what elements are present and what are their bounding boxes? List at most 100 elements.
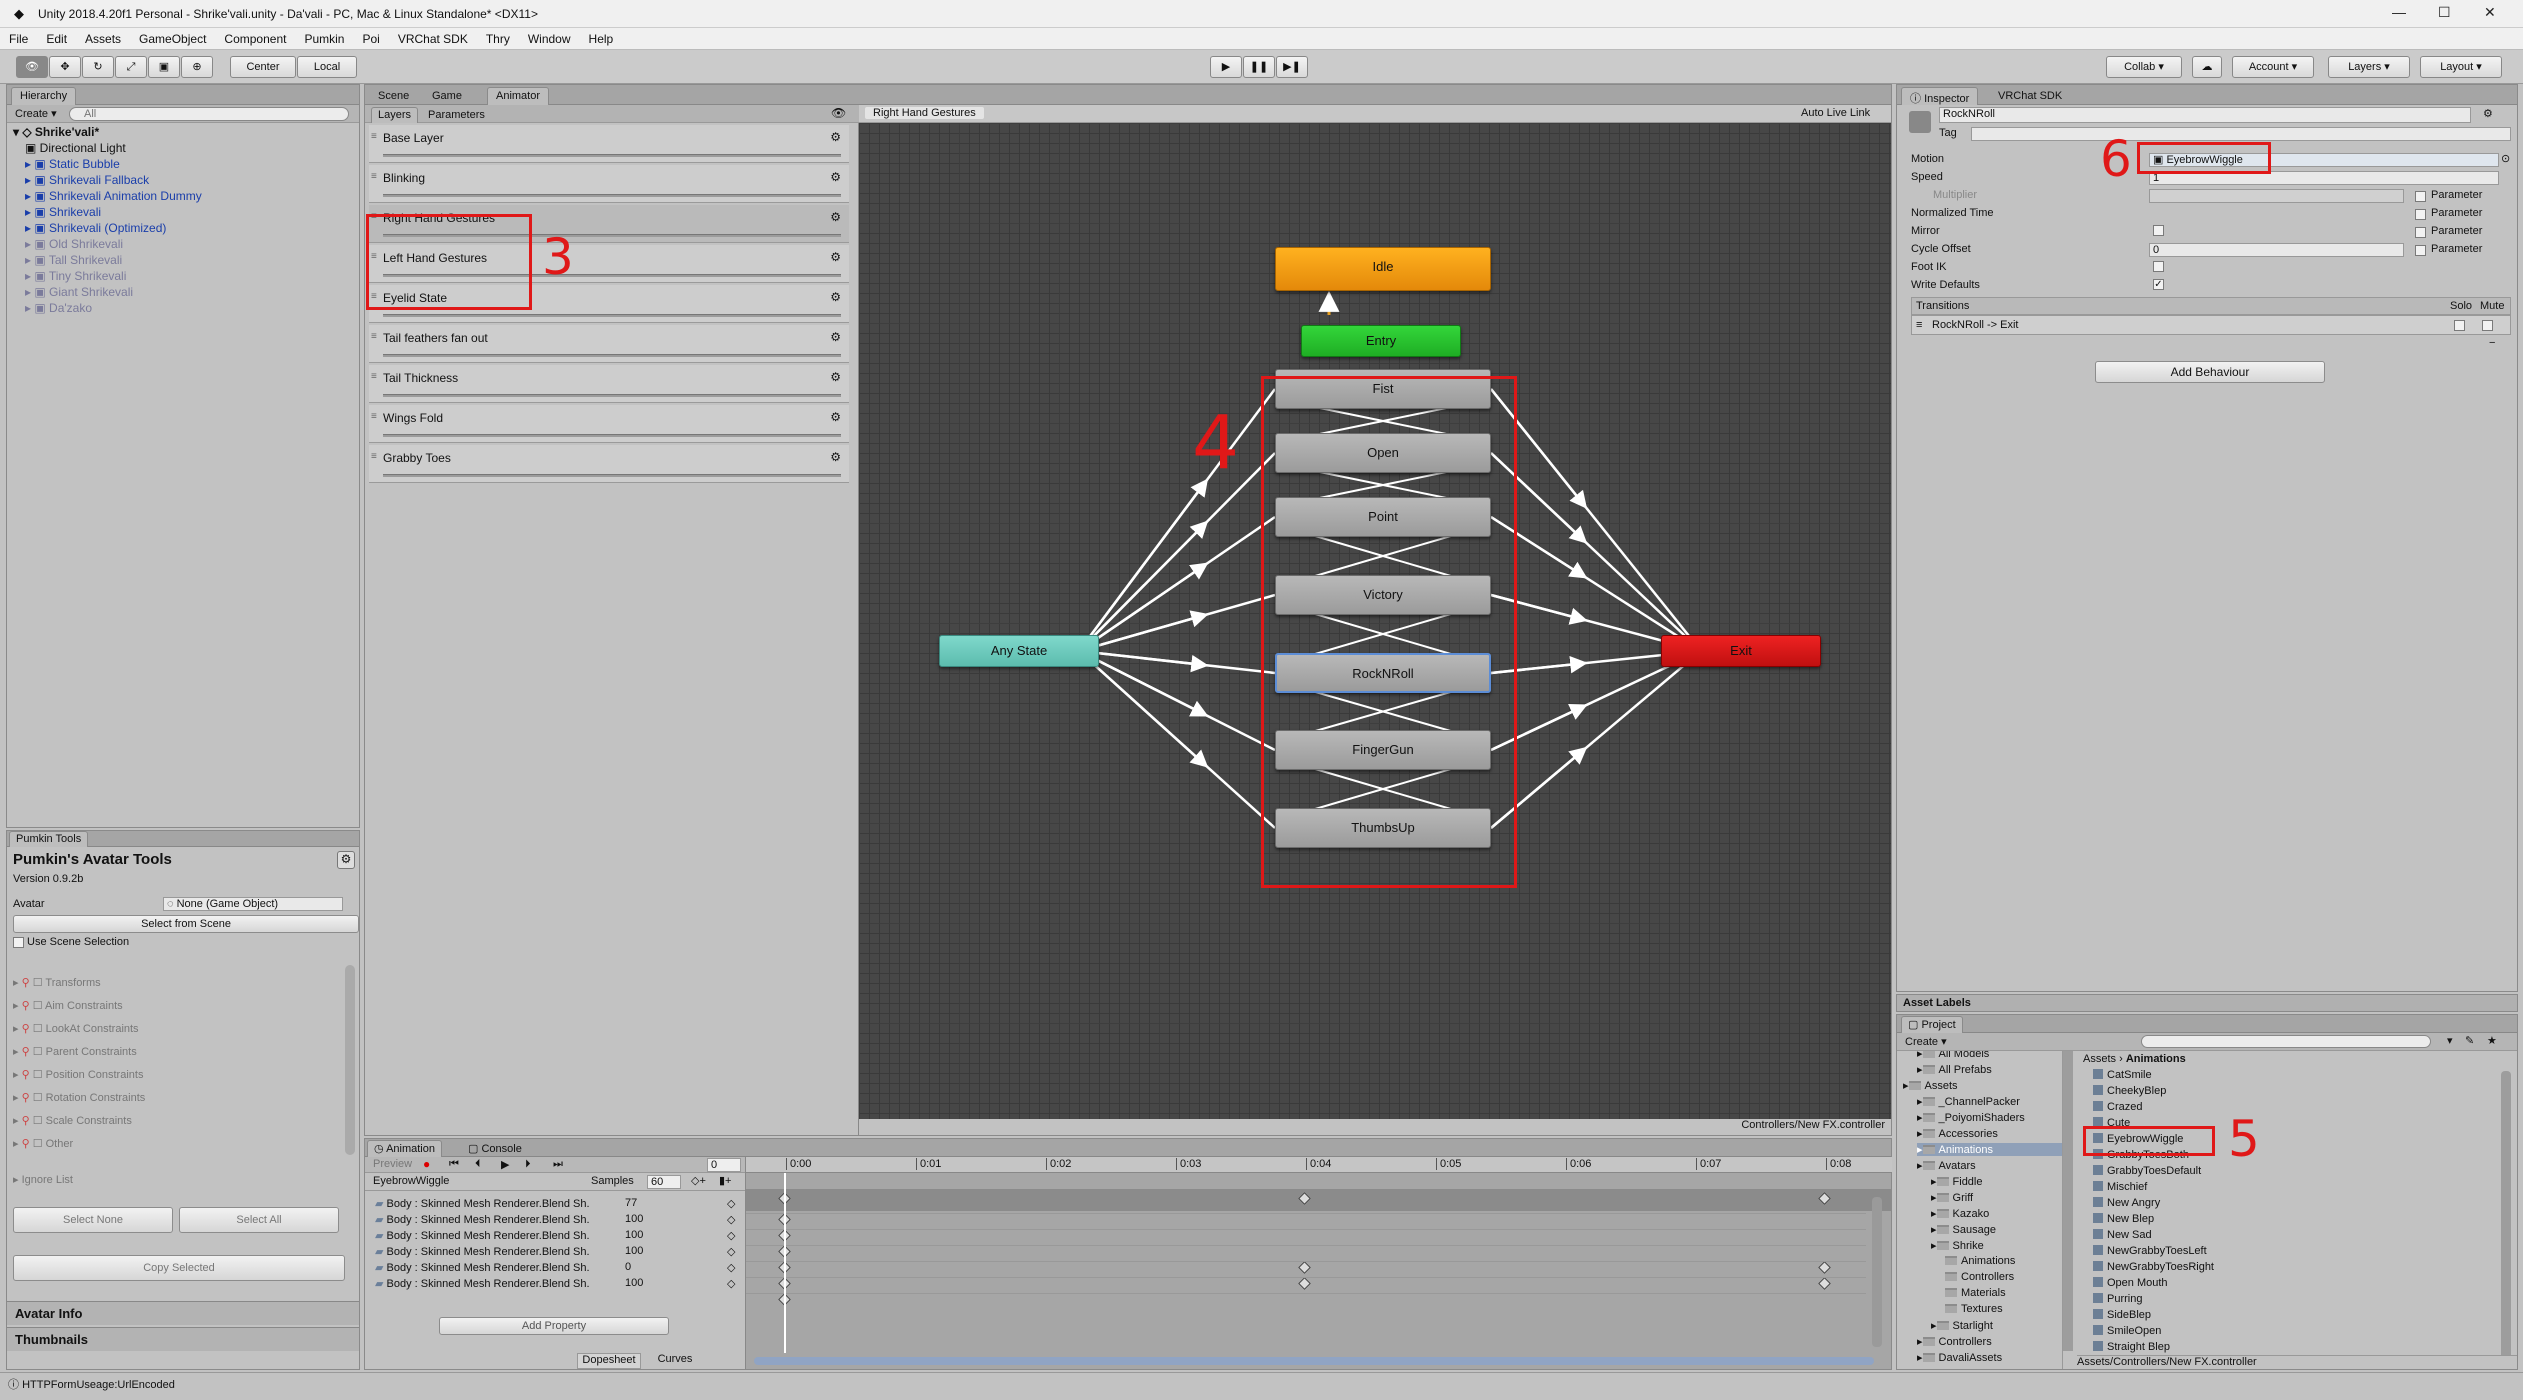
menu-file[interactable]: File <box>0 28 37 50</box>
tab-layers[interactable]: Layers <box>371 107 419 123</box>
asset-labels-bar[interactable]: Asset Labels <box>1896 994 2518 1012</box>
add-property-button[interactable]: Add Property <box>439 1317 669 1335</box>
foldout-arrow-icon[interactable]: ▸ <box>13 1138 22 1150</box>
frame-field[interactable]: 0 <box>707 1158 741 1172</box>
folder-tree-item[interactable]: ▸ DavaliAssets <box>1917 1351 2002 1364</box>
tab-game[interactable]: Game <box>423 87 471 105</box>
record-icon[interactable]: ● <box>423 1157 430 1171</box>
component-checkbox[interactable]: ☐ <box>33 1138 46 1150</box>
component-checkbox[interactable]: ☐ <box>33 1023 46 1035</box>
property-value[interactable]: 100 <box>625 1213 643 1225</box>
write-defaults-checkbox[interactable]: ✓ <box>2153 279 2164 290</box>
animation-clip-item[interactable]: New Sad <box>2093 1229 2152 1241</box>
foldout-arrow-icon[interactable]: ▸ <box>13 1046 22 1058</box>
hierarchy-item[interactable]: ▸ ▣ Giant Shrikevali <box>25 285 133 299</box>
tab-animator[interactable]: Animator <box>487 87 550 105</box>
animated-property-row[interactable]: ▰ Body : Skinned Mesh Renderer.Blend Sh.… <box>375 1197 745 1213</box>
favorite-icon[interactable]: ★ <box>2487 1034 2497 1047</box>
property-value[interactable]: 100 <box>625 1229 643 1241</box>
menu-edit[interactable]: Edit <box>37 28 76 50</box>
cycle-offset-field[interactable]: 0 <box>2149 243 2404 257</box>
animation-clip-item[interactable]: SmileOpen <box>2093 1325 2161 1337</box>
component-row[interactable]: ▸ ⚲ ☐ Position Constraints <box>13 1068 143 1081</box>
keyframe-button-icon[interactable]: ◇ <box>727 1245 735 1258</box>
property-value[interactable]: 0 <box>625 1261 631 1273</box>
animation-clip-item[interactable]: Open Mouth <box>2093 1277 2168 1289</box>
animation-clip-item[interactable]: Mischief <box>2093 1181 2147 1193</box>
cloud-icon[interactable]: ☁ <box>2192 56 2222 78</box>
add-keyframe-icon[interactable]: ◇+ <box>691 1174 706 1187</box>
folder-tree-item[interactable]: ▸ Griff <box>1931 1191 1973 1204</box>
component-row[interactable]: ▸ ⚲ ☐ Animators <box>13 965 95 966</box>
layer-item[interactable]: ≡ Blinking ⚙ <box>369 165 849 203</box>
menu-help[interactable]: Help <box>580 28 623 50</box>
hierarchy-item[interactable]: ▸ ▣ Da'zako <box>25 301 92 315</box>
property-value[interactable]: 100 <box>625 1277 643 1289</box>
settings-gear-icon[interactable]: ⚙ <box>337 851 355 869</box>
drag-handle-icon[interactable]: ≡ <box>371 131 377 142</box>
folder-tree-item[interactable]: ▸ Accessories <box>1917 1127 1998 1140</box>
any-state-node[interactable]: Any State <box>939 635 1099 667</box>
tab-parameters[interactable]: Parameters <box>421 107 492 123</box>
component-row[interactable]: ▸ ⚲ ☐ LookAt Constraints <box>13 1022 139 1035</box>
foldout-arrow-icon[interactable]: ▸ <box>13 1115 22 1127</box>
eye-icon[interactable]: 👁 <box>831 106 846 120</box>
menu-pumkin[interactable]: Pumkin <box>295 28 353 50</box>
keyframe-button-icon[interactable]: ◇ <box>727 1277 735 1290</box>
folder-tree-item[interactable]: ▸ Avatars <box>1917 1159 1976 1172</box>
menu-component[interactable]: Component <box>215 28 295 50</box>
menu-poi[interactable]: Poi <box>353 28 388 50</box>
animation-clip-item[interactable]: Crazed <box>2093 1101 2142 1113</box>
component-checkbox[interactable]: ☐ <box>33 1069 46 1081</box>
remove-transition-icon[interactable]: − <box>2489 337 2495 349</box>
keyframe-diamond[interactable] <box>1298 1261 1311 1274</box>
account-dropdown[interactable]: Account ▾ <box>2232 56 2314 78</box>
keyframe-button-icon[interactable]: ◇ <box>727 1229 735 1242</box>
entry-node[interactable]: Entry <box>1301 325 1461 357</box>
component-checkbox[interactable]: ☐ <box>33 1092 46 1104</box>
layer-weight-bar[interactable] <box>383 314 841 317</box>
inspector-settings-icon[interactable]: ⚙ <box>2483 107 2493 120</box>
component-row[interactable]: ▸ ⚲ ☐ Rotation Constraints <box>13 1091 145 1104</box>
step-icon[interactable]: ▶❚ <box>1276 56 1308 78</box>
layer-weight-bar[interactable] <box>383 354 841 357</box>
preview-toggle[interactable]: Preview <box>373 1158 412 1170</box>
layer-settings-gear-icon[interactable]: ⚙ <box>830 130 841 144</box>
folder-tree-item[interactable]: Materials <box>1945 1287 2006 1299</box>
component-checkbox[interactable]: ☐ <box>33 1046 46 1058</box>
hierarchy-item[interactable]: ▣ Directional Light <box>25 141 126 155</box>
menu-window[interactable]: Window <box>519 28 580 50</box>
hierarchy-item[interactable]: ▸ ▣ Shrikevali <box>25 205 101 219</box>
pivot-local-button[interactable]: Local <box>297 56 357 78</box>
animated-property-row[interactable]: ▰ Body : Skinned Mesh Renderer.Blend Sh.… <box>375 1213 745 1229</box>
folder-tree-item[interactable]: ▸ All Models <box>1917 1051 1989 1060</box>
folder-tree-item[interactable]: ▸ Fiddle <box>1931 1175 1983 1188</box>
tab-hierarchy[interactable]: Hierarchy <box>11 87 77 105</box>
layer-item[interactable]: ≡ Wings Fold ⚙ <box>369 405 849 443</box>
component-row[interactable]: ▸ ⚲ ☐ Transforms <box>13 976 101 989</box>
parameter-checkbox[interactable] <box>2415 191 2426 202</box>
play-preview-icon[interactable]: ▶ <box>501 1158 509 1171</box>
component-row[interactable]: ▸ ⚲ ☐ Aim Constraints <box>13 999 123 1012</box>
layer-weight-bar[interactable] <box>383 394 841 397</box>
dopesheet-tab[interactable]: Dopesheet <box>577 1353 641 1369</box>
playhead[interactable] <box>784 1173 786 1353</box>
layer-weight-bar[interactable] <box>383 434 841 437</box>
files-scrollbar[interactable] <box>2501 1071 2511 1361</box>
hierarchy-item[interactable]: ▸ ▣ Shrikevali (Optimized) <box>25 221 166 235</box>
parameter-checkbox[interactable] <box>2415 209 2426 220</box>
layer-weight-bar[interactable] <box>383 194 841 197</box>
collab-button[interactable]: Collab ▾ <box>2106 56 2182 78</box>
select-none-button[interactable]: Select None <box>13 1207 173 1233</box>
hand-tool-icon[interactable]: 👁 <box>16 56 48 78</box>
component-checkbox[interactable]: ☐ <box>33 977 46 989</box>
layers-dropdown[interactable]: Layers ▾ <box>2328 56 2410 78</box>
animation-clip-item[interactable]: SideBlep <box>2093 1309 2151 1321</box>
keyframe-button-icon[interactable]: ◇ <box>727 1213 735 1226</box>
keyframe-button-icon[interactable]: ◇ <box>727 1197 735 1210</box>
use-scene-selection-checkbox[interactable] <box>13 937 24 948</box>
foldout-arrow-icon[interactable]: ▸ <box>13 1069 22 1081</box>
foldout-arrow-icon[interactable]: ▸ <box>13 1000 22 1012</box>
folder-tree-item[interactable]: ▸ Kazako <box>1931 1207 1989 1220</box>
pause-icon[interactable]: ❚❚ <box>1243 56 1275 78</box>
